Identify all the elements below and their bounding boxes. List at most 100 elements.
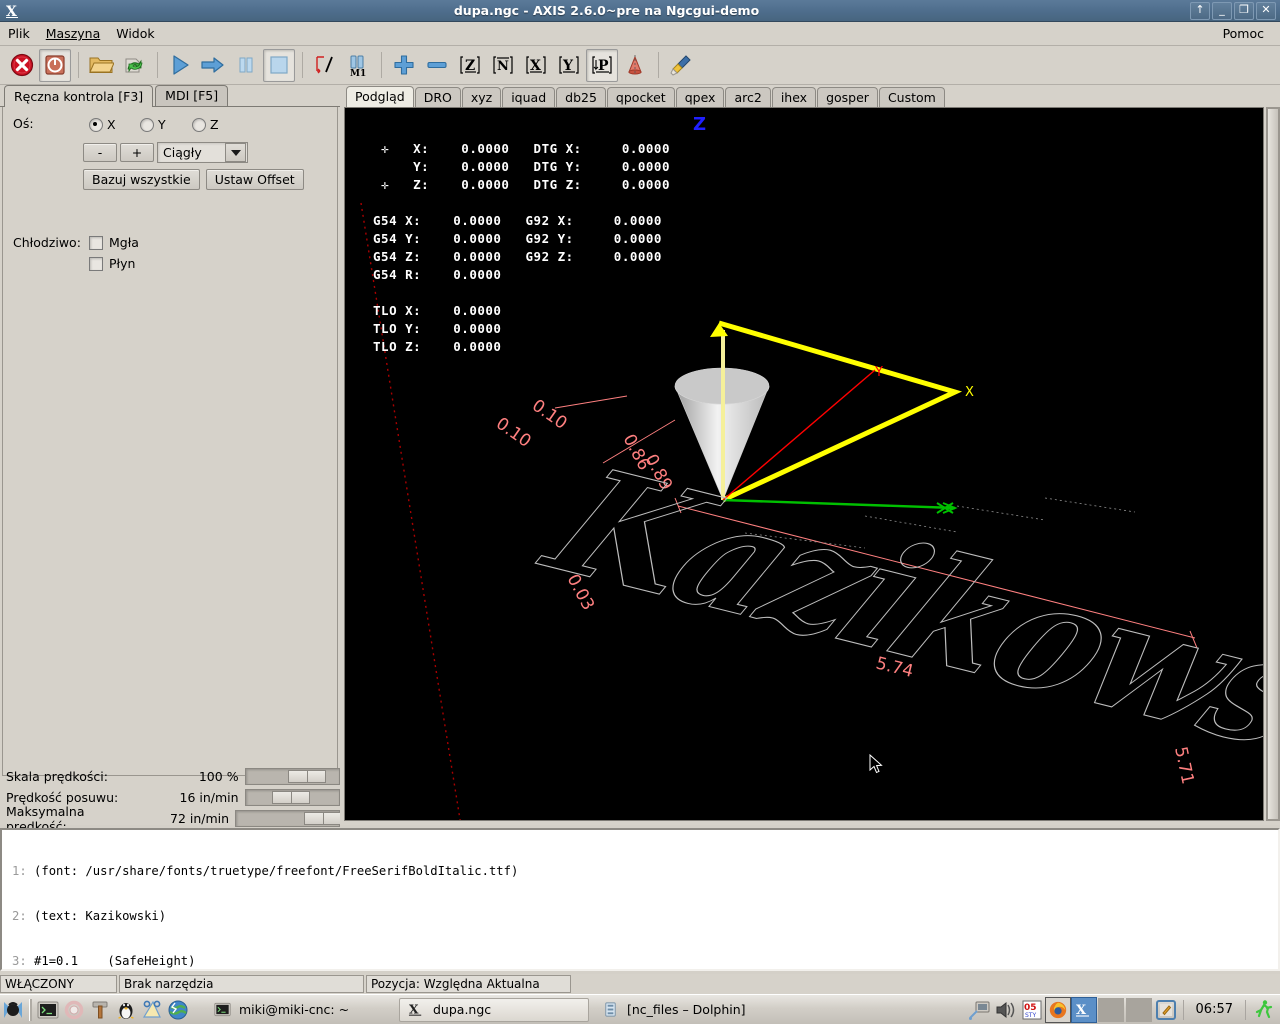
view-z-button[interactable]: Z xyxy=(454,49,486,82)
axis-window-icon: X xyxy=(3,1,23,21)
tab-arc2[interactable]: arc2 xyxy=(725,87,771,107)
scissors-icon[interactable] xyxy=(139,997,165,1023)
klipper-icon[interactable] xyxy=(1153,997,1179,1023)
axis-radio-y-indicator[interactable] xyxy=(140,117,154,132)
machine-power-button[interactable] xyxy=(39,48,71,82)
clear-backplot-button[interactable] xyxy=(665,49,697,82)
taskbar-item-terminal[interactable]: miki@miki-cnc: ~ xyxy=(205,998,395,1022)
run-program-button[interactable] xyxy=(164,49,196,82)
tab-xyz[interactable]: xyz xyxy=(461,87,502,107)
taskbar-item-axis[interactable]: X dupa.ngc xyxy=(399,997,589,1022)
tab-db25[interactable]: db25 xyxy=(556,87,606,107)
axis-radio-x-label: X xyxy=(107,117,116,132)
touch-off-button[interactable]: Ustaw Offset xyxy=(205,169,304,190)
tab-dro[interactable]: DRO xyxy=(414,87,461,107)
menubar: Plik Maszyna Widok Pomoc xyxy=(0,22,1280,46)
jog-minus-button[interactable]: - xyxy=(83,143,117,162)
svg-text:0.10: 0.10 xyxy=(492,414,534,452)
close-button[interactable]: ✕ xyxy=(1256,1,1276,20)
tab-manual-control[interactable]: Ręczna kontrola [F3] xyxy=(4,85,154,107)
coolant-flood-checkbox[interactable]: Płyn xyxy=(89,256,135,271)
view-z2-button[interactable]: N xyxy=(487,49,519,82)
shade-button[interactable]: ↑ xyxy=(1190,1,1210,20)
tab-ihex[interactable]: ihex xyxy=(771,87,817,107)
tab-iquad[interactable]: iquad xyxy=(502,87,556,107)
jog-speed-thumb[interactable] xyxy=(271,791,310,804)
reload-file-button[interactable] xyxy=(118,49,150,82)
menu-widok[interactable]: Widok xyxy=(108,24,162,43)
taskbar-item-dolphin[interactable]: [nc_files – Dolphin] xyxy=(593,998,783,1022)
feed-override-thumb[interactable] xyxy=(287,770,326,783)
max-velocity-thumb[interactable] xyxy=(304,812,343,825)
preview-scrollbar-thumb[interactable] xyxy=(1267,108,1279,820)
gcode-line[interactable]: 1: (font: /usr/share/fonts/truetype/free… xyxy=(12,864,1278,879)
feed-override-slider[interactable] xyxy=(244,768,340,785)
step-program-button[interactable] xyxy=(197,49,229,82)
coolant-flood-indicator[interactable] xyxy=(89,256,103,271)
gcode-listing-pane[interactable]: 1: (font: /usr/share/fonts/truetype/free… xyxy=(0,828,1280,971)
penguin-icon[interactable] xyxy=(113,997,139,1023)
view-y-button[interactable]: Y xyxy=(553,49,585,82)
axis-radio-z[interactable]: Z xyxy=(192,117,219,132)
window-controls: ↑ _ ❐ ✕ xyxy=(1190,1,1276,20)
toggle-tool-cone-button[interactable] xyxy=(619,49,651,82)
max-velocity-slider[interactable] xyxy=(235,810,343,827)
jog-plus-button[interactable]: + xyxy=(120,143,154,162)
zoom-in-button[interactable] xyxy=(388,49,420,82)
home-all-button[interactable]: Bazuj wszystkie xyxy=(83,169,200,190)
manual-control-pane: Oś: X Y Z - + Ciągły Bazuj wszystkie Ust… xyxy=(2,107,338,776)
chevron-down-icon[interactable] xyxy=(225,143,246,162)
maximize-button[interactable]: ❐ xyxy=(1234,1,1254,20)
toggle-block-delete-button[interactable] xyxy=(309,49,341,82)
firefox-icon[interactable] xyxy=(1044,996,1071,1023)
tab-mdi[interactable]: MDI [F5] xyxy=(155,85,229,106)
tab-podglad[interactable]: Podgląd xyxy=(346,86,414,107)
status-machine-state: WŁĄCZONY xyxy=(0,975,117,993)
axis-radio-x[interactable]: X xyxy=(89,117,116,132)
zoom-out-button[interactable] xyxy=(421,49,453,82)
axis-radio-z-indicator[interactable] xyxy=(192,117,206,132)
gcode-line-number: 1: xyxy=(12,864,27,878)
settings-gear-icon[interactable] xyxy=(61,997,87,1023)
pause-program-button[interactable] xyxy=(230,49,262,82)
clock[interactable]: 06:57 xyxy=(1188,1002,1241,1017)
axis-radio-x-indicator[interactable] xyxy=(89,117,103,132)
hammer-icon[interactable] xyxy=(87,997,113,1023)
calendar-icon[interactable]: 05 STY xyxy=(1019,997,1045,1023)
coolant-mist-indicator[interactable] xyxy=(89,235,103,250)
terminal-icon[interactable] xyxy=(35,997,61,1023)
tab-qpocket[interactable]: qpocket xyxy=(606,87,675,107)
gl-preview-canvas[interactable]: 0.86 0.89 0.10 0.10 0.03 5.74 5.71 Z Y X… xyxy=(344,107,1264,821)
window-title: dupa.ngc - AXIS 2.6.0~pre na Ngcgui-demo xyxy=(453,3,760,18)
jog-speed-slider[interactable] xyxy=(244,789,340,806)
taskbar-separator-1 xyxy=(29,998,32,1021)
gcode-line[interactable]: 2: (text: Kazikowski) xyxy=(12,909,1278,924)
menu-plik[interactable]: Plik xyxy=(0,24,38,43)
view-p-button[interactable]: P xyxy=(586,48,618,82)
jog-increment-select[interactable]: Ciągły xyxy=(157,142,248,163)
minimize-button[interactable]: _ xyxy=(1212,1,1232,20)
preview-vertical-scrollbar[interactable] xyxy=(1266,107,1280,821)
svg-text:X: X xyxy=(6,4,17,19)
runner-icon[interactable] xyxy=(1250,997,1276,1023)
view-x-button[interactable]: X xyxy=(520,49,552,82)
menu-maszyna[interactable]: Maszyna xyxy=(38,24,109,43)
toggle-optional-stop-button[interactable]: M1 xyxy=(342,49,374,82)
globe-icon[interactable] xyxy=(165,997,191,1023)
axis-radio-y[interactable]: Y xyxy=(140,117,166,132)
gcode-line[interactable]: 3: #1=0.1 (SafeHeight) xyxy=(12,954,1278,969)
tab-gosper[interactable]: gosper xyxy=(817,87,878,107)
kmenu-icon[interactable] xyxy=(0,997,26,1023)
stop-program-button[interactable] xyxy=(263,48,295,82)
volume-icon[interactable] xyxy=(993,997,1019,1023)
coolant-mist-checkbox[interactable]: Mgła xyxy=(89,235,139,250)
axis-radio-y-label: Y xyxy=(158,117,166,132)
axis-x-icon[interactable]: X xyxy=(1070,996,1097,1023)
estop-button[interactable] xyxy=(6,49,38,82)
tab-custom[interactable]: Custom xyxy=(878,87,945,107)
tab-qpex[interactable]: qpex xyxy=(675,87,725,107)
jog-increment-value: Ciągły xyxy=(163,145,202,160)
menu-pomoc[interactable]: Pomoc xyxy=(1215,24,1272,43)
display-config-icon[interactable] xyxy=(967,997,993,1023)
open-file-button[interactable] xyxy=(85,49,117,82)
